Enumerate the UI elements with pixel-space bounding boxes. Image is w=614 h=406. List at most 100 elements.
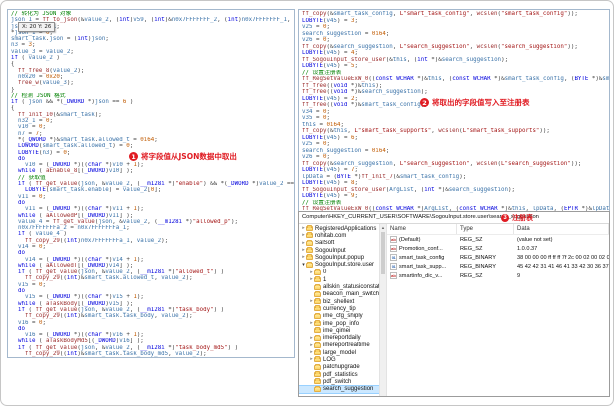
registry-value-row[interactable]: ab smartinfo_dic_v... REG_SZ 9 [387, 271, 609, 280]
tree-item-label: search_suggestion [323, 386, 374, 393]
folder-icon [314, 341, 321, 348]
tree-item-search_suggestion[interactable]: search_suggestion [299, 384, 379, 394]
annotation-registry-label: 3 注册表 [501, 213, 533, 223]
tree-item-label: SogouInput.store.user [315, 262, 375, 269]
tree-item-label: rohitab.com [315, 232, 347, 239]
registry-editor-window: Computer\HKEY_CURRENT_USER\SOFTWARE\Sogo… [298, 211, 610, 397]
column-header-data[interactable]: Data [514, 224, 609, 234]
tree-item-1[interactable]: ▸ 1 [299, 276, 379, 283]
scroll-up-icon[interactable]: ▲ [380, 224, 386, 231]
right-code-panel: ff_copy(&smart_task_config, L"smart_task… [298, 9, 610, 213]
folder-icon [306, 261, 313, 268]
tree-item-rohitab.com[interactable]: ▸ rohitab.com [299, 232, 379, 239]
registry-value-row[interactable]: 01 smart_task_supp... REG_BINARY 45 42 42 3… [387, 262, 609, 271]
value-name: smart_task_supp... [399, 263, 447, 270]
tree-item-label: ime_pop_info [323, 320, 360, 327]
reg-string-icon: ab [390, 236, 397, 243]
tree-item-label: RegisteredApplications [315, 225, 377, 232]
tree-item-SalSoft[interactable]: ▸ SalSoft [299, 239, 379, 247]
folder-icon [306, 247, 313, 254]
circled-3-icon: 3 [501, 214, 509, 222]
registry-value-row[interactable]: ab Promotion_conf... REG_SZ 1.0.0.37 [387, 244, 609, 253]
folder-icon [306, 239, 313, 246]
folder-icon [314, 320, 321, 326]
reg-binary-icon: 01 [390, 254, 397, 261]
registry-address-bar[interactable]: Computer\HKEY_CURRENT_USER\SOFTWARE\Sogo… [299, 212, 609, 224]
tree-item-SogouInput[interactable]: ▸ SogouInput [299, 247, 379, 254]
coordinates-tooltip: X: 20 Y: 26 [18, 22, 56, 32]
reg-string-icon: ab [390, 245, 397, 252]
value-name: smartinfo_dic_v... [399, 272, 443, 279]
tree-item-label: SogouInput.popup [315, 254, 365, 261]
tree-item-beacon_main_switch[interactable]: beacon_main_switch [299, 290, 379, 298]
reg-string-icon: ab [390, 272, 397, 279]
folder-icon [314, 268, 321, 275]
tree-item-imereportrealtime[interactable]: ▸ imereportrealtime [299, 341, 379, 349]
tree-item-label: SalSoft [315, 240, 335, 247]
decompiled-json-extract-code: // 转化为 JSON 对象 json_1 = ff_to_json(&value… [8, 10, 294, 357]
tree-item-0[interactable]: ▸ 0 [299, 268, 379, 276]
decompiled-registry-write-code: ff_copy(&smart_task_config, L"smart_task… [299, 10, 609, 212]
tree-item-label: 0 [323, 269, 327, 276]
column-header-type[interactable]: Type [457, 224, 514, 234]
tree-item-ime_qimei[interactable]: ime_qimei [299, 327, 379, 334]
tree-item-SogouInput.store.user[interactable]: ▾ SogouInput.store.user [299, 261, 379, 268]
value-data: 1.0.0.37 [517, 245, 538, 252]
registry-value-list: Name Type Data ab (Default) REG_SZ (value n… [386, 224, 609, 396]
folder-icon [306, 225, 313, 232]
tree-item-allskin_statusiconstatus[interactable]: allskin_statusiconstatus [299, 283, 379, 290]
code-line: ff_copy_29((int)&smart_task.task_body_md… [24, 351, 207, 358]
annotation-3-text: 注册表 [512, 215, 533, 222]
tree-item-LOG[interactable]: ▸ LOG [299, 356, 379, 363]
tree-item-pdf_statistics[interactable]: pdf_statistics [299, 371, 379, 378]
tree-item-label: pdf_switch [323, 378, 352, 385]
value-data: 38 00 00 00 ff ff ff 7f 2c 00 02 00 02 0… [517, 254, 609, 261]
tree-item-label: allskin_statusiconstatus [323, 284, 379, 291]
tree-item-SogouInput.popup[interactable]: ▸ SogouInput.popup [299, 254, 379, 261]
tree-scrollbar[interactable]: ▲ [379, 224, 386, 396]
registry-value-row[interactable]: 01 smart_task_config REG_BINARY 38 00 00 00… [387, 253, 609, 262]
column-header-name[interactable]: Name [387, 224, 457, 234]
folder-icon [314, 356, 321, 363]
folder-icon [314, 385, 321, 392]
tree-item-biz_shellext[interactable]: ▸ biz_shellext [299, 298, 379, 305]
scrollbar-thumb[interactable] [381, 232, 385, 274]
tree-item-patchupgrade[interactable]: patchupgrade [299, 363, 379, 371]
tree-item-ime_cfg_shiply[interactable]: ime_cfg_shiply [299, 312, 379, 320]
value-data: 9 [517, 272, 521, 279]
tree-item-imereportdaily[interactable]: ▸ imereportdaily [299, 334, 379, 341]
folder-icon [314, 334, 321, 341]
tree-item-label: ime_cfg_shiply [323, 313, 363, 320]
annotation-extract-json: 1 将字段值从JSON数据中取出 [129, 151, 237, 162]
tree-item-ime_pop_info[interactable]: ▸ ime_pop_info [299, 320, 379, 327]
folder-icon [306, 254, 313, 261]
value-name: Promotion_conf... [399, 245, 443, 252]
tree-item-pdf_switch[interactable]: pdf_switch [299, 378, 379, 385]
tree-item-label: 1 [323, 276, 327, 283]
tree-item-label: biz_shellext [323, 298, 355, 305]
tree-item-label: SogouInput [315, 247, 346, 254]
folder-icon [314, 305, 321, 312]
folder-icon [314, 363, 321, 370]
folder-icon [314, 327, 321, 334]
tree-item-label: currency_tip [323, 305, 356, 312]
value-list-header: Name Type Data [387, 224, 609, 235]
annotation-write-registry: 2 将取出的字段值写入至注册表 [420, 97, 530, 108]
folder-icon [314, 349, 321, 356]
tree-item-label: ime_qimei [323, 327, 351, 334]
tree-item-label: pdf_statistics [323, 371, 358, 378]
folder-icon [314, 283, 321, 290]
tree-item-large_model[interactable]: ▸ large_model [299, 349, 379, 356]
circled-2-icon: 2 [420, 98, 429, 107]
value-name: smart_task_config [399, 254, 445, 261]
registry-value-row[interactable]: ab (Default) REG_SZ (value not set) [387, 235, 609, 244]
value-type: REG_SZ [460, 236, 483, 243]
folder-icon [314, 378, 321, 385]
value-type: REG_SZ [460, 245, 483, 252]
value-data: (value not set) [517, 236, 553, 243]
circled-1-icon: 1 [129, 152, 138, 161]
tree-item-RegisteredApplications[interactable]: ▸ RegisteredApplications [299, 225, 379, 232]
tree-item-currency_tip[interactable]: currency_tip [299, 305, 379, 312]
tree-item-label: large_model [323, 349, 357, 356]
annotation-2-text: 将取出的字段值写入至注册表 [432, 98, 530, 107]
